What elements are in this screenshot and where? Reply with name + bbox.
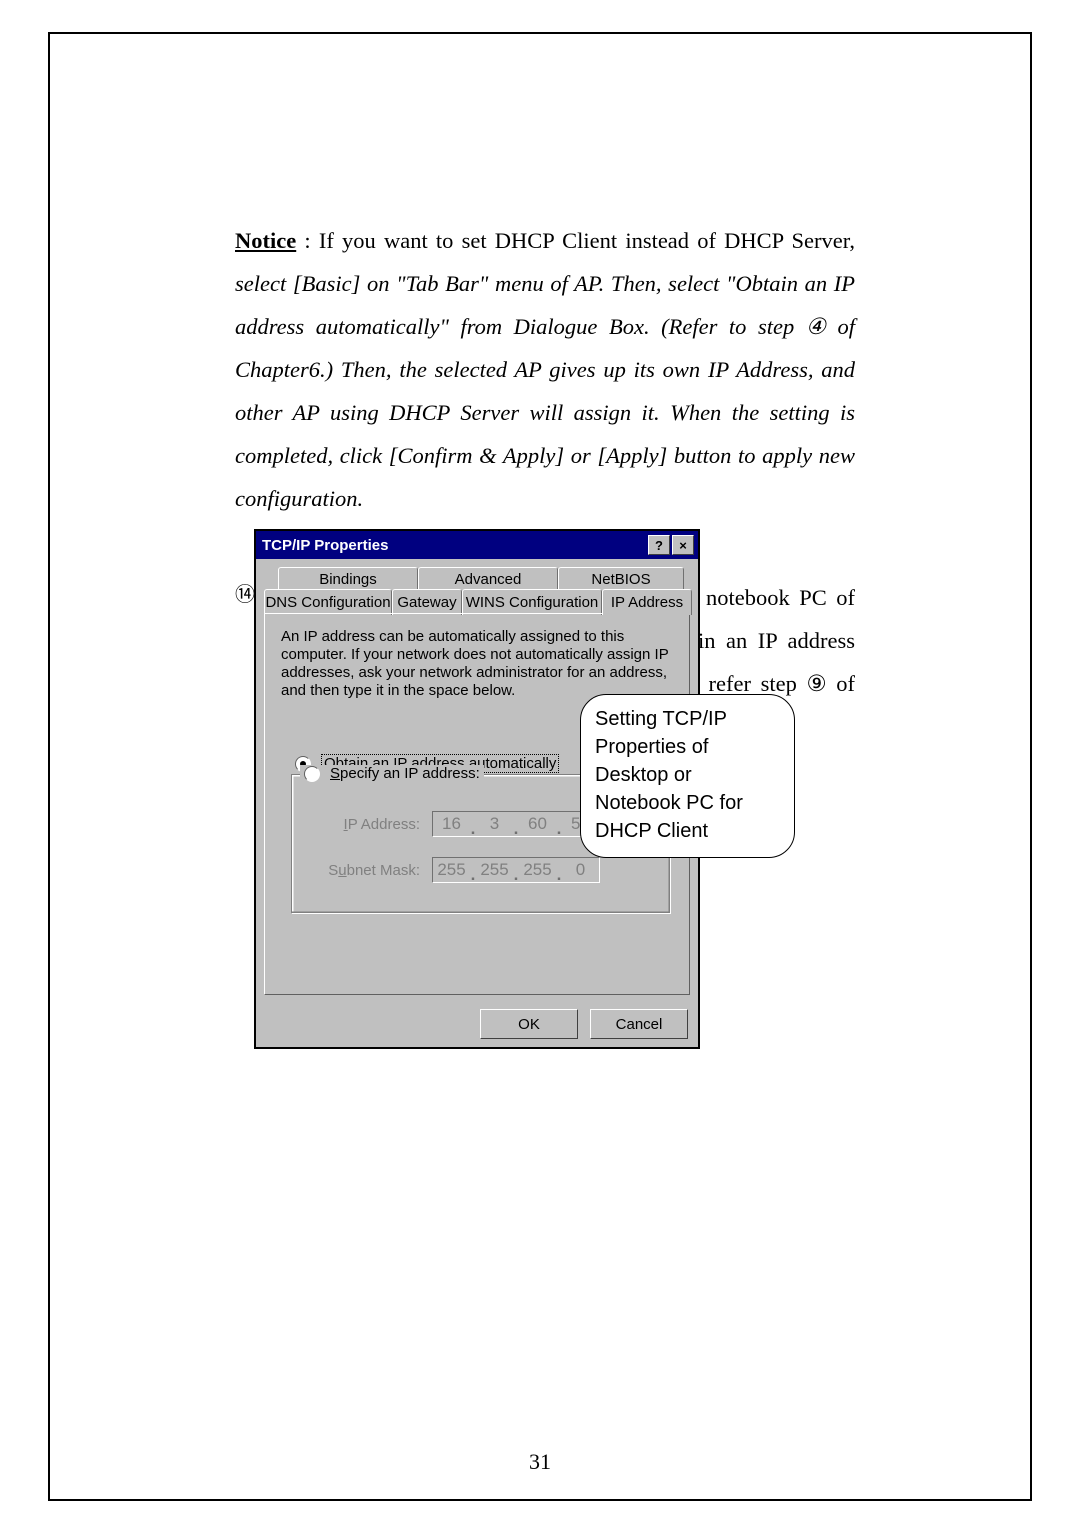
subnet-octet-2: 255 [476,860,513,880]
tab-strip: Bindings Advanced NetBIOS DNS Configurat… [264,567,690,615]
ip-address-row: IP Address: 16. 3. 60. 52 [310,811,600,837]
callout-text: Setting TCP/IP Properties of Desktop or … [595,708,743,842]
help-icon[interactable]: ? [648,535,670,555]
circled-9-ref: ⑨ [806,662,826,705]
subnet-octet-3: 255 [519,860,556,880]
page-number: 31 [50,1449,1030,1475]
ip-octet-2: 3 [476,814,513,834]
ip-octet-1: 16 [433,814,470,834]
subnet-mask-row: Subnet Mask: 255. 255. 255. 0 [310,857,600,883]
ip-octet-3: 60 [519,814,556,834]
dialog-title: TCP/IP Properties [262,537,646,554]
tab-dns-configuration[interactable]: DNS Configuration [264,589,392,615]
ip-address-label: IP Address: [310,816,432,833]
dialog-button-row: OK Cancel [256,1003,698,1047]
radio-specify-label: Specify an IP address: [330,765,480,782]
notice-label: Notice [235,228,296,253]
radio-icon [304,766,320,782]
tab-bindings[interactable]: Bindings [278,567,418,591]
tab-ip-address[interactable]: IP Address [602,589,692,615]
notice-italic-1: select [Basic] on "Tab Bar" menu of AP. … [235,271,855,339]
notice-italic-2: of Chapter6.) Then, the selected AP give… [235,314,855,511]
subnet-octet-1: 255 [433,860,470,880]
ip-address-input[interactable]: 16. 3. 60. 52 [432,811,600,837]
ip-instructions-text: An IP address can be automatically assig… [281,628,673,700]
tab-advanced[interactable]: Advanced [418,567,558,591]
dialog-titlebar[interactable]: TCP/IP Properties ? × [256,531,698,559]
cancel-button[interactable]: Cancel [590,1009,688,1039]
callout-bubble: Setting TCP/IP Properties of Desktop or … [580,694,795,858]
subnet-mask-input[interactable]: 255. 255. 255. 0 [432,857,600,883]
radio-specify-ip[interactable]: Specify an IP address: [300,765,484,782]
notice-paragraph: Notice : If you want to set DHCP Client … [235,219,855,520]
ok-button[interactable]: OK [480,1009,578,1039]
tab-gateway[interactable]: Gateway [392,589,462,615]
notice-lead-text: : If you want to set DHCP Client instead… [296,228,855,253]
tab-netbios[interactable]: NetBIOS [558,567,684,591]
tab-wins-configuration[interactable]: WINS Configuration [462,589,602,615]
subnet-mask-label: Subnet Mask: [310,862,432,879]
circled-4-ref: ④ [806,305,826,348]
page-frame: Notice : If you want to set DHCP Client … [48,32,1032,1501]
close-icon[interactable]: × [672,535,694,555]
subnet-octet-4: 0 [562,860,599,880]
